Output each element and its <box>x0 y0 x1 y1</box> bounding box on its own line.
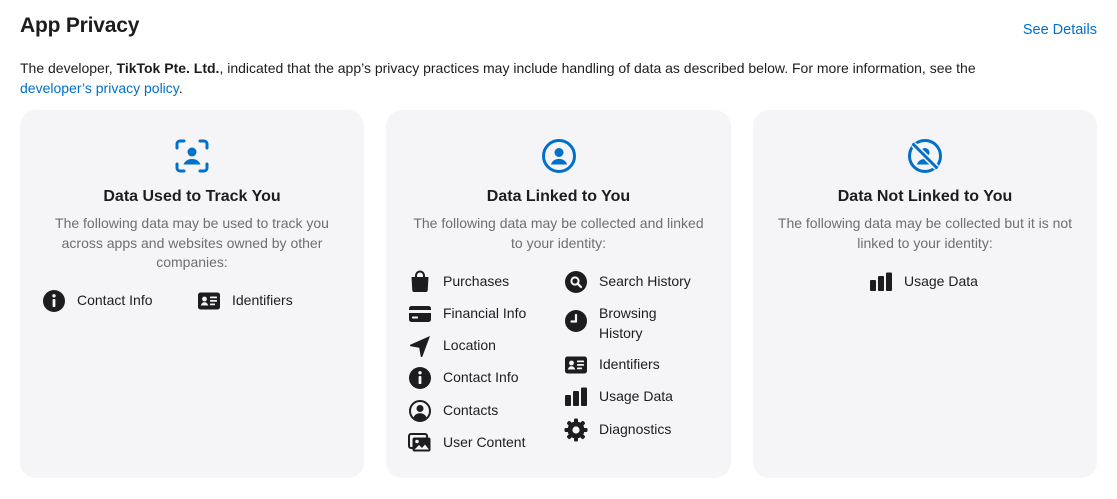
item-label: Contacts <box>443 402 499 418</box>
card-title: Data Not Linked to You <box>837 188 1013 205</box>
clock-icon <box>564 309 588 333</box>
info-icon <box>408 366 432 390</box>
gear-icon <box>564 418 588 442</box>
card-description: The following data may be collected and … <box>413 215 704 251</box>
photos-icon <box>408 431 432 455</box>
developer-name: TikTok Pte. Ltd. <box>116 60 220 76</box>
item-label: Contact Info <box>443 369 519 385</box>
bar-chart-icon <box>869 270 893 294</box>
list-item-location: Location <box>408 336 496 358</box>
card-description: The following data may be collected but … <box>777 215 1073 251</box>
item-label: Identifiers <box>599 356 660 372</box>
list-item-browsing-history: Browsing History <box>564 304 704 343</box>
id-card-icon <box>564 353 588 377</box>
bar-chart-icon <box>564 385 588 409</box>
item-label: Location <box>443 337 496 353</box>
search-icon <box>564 270 588 294</box>
shopping-bag-icon <box>408 270 432 294</box>
item-label: Search History <box>599 273 691 289</box>
user-circle-icon <box>541 138 577 174</box>
intro-text-after: , indicated that the app’s privacy pract… <box>219 60 976 76</box>
intro-end: . <box>178 80 183 96</box>
card-title: Data Linked to You <box>486 188 631 205</box>
list-item-contacts: Contacts <box>408 399 499 423</box>
item-label: Diagnostics <box>599 421 672 437</box>
list-item-search-history: Search History <box>564 270 691 294</box>
item-label: Financial Info <box>443 305 527 321</box>
see-details-link[interactable]: See Details <box>1023 22 1097 38</box>
list-item-financial-info: Financial Info <box>408 304 526 326</box>
list-item-user-content: User Content <box>408 433 525 455</box>
privacy-policy-link[interactable]: developer’s privacy policy <box>20 80 179 96</box>
section-title: App Privacy <box>20 14 140 37</box>
item-label: Identifiers <box>232 292 293 308</box>
id-card-icon <box>197 289 221 313</box>
card-data-not-linked-to-you: Data Not Linked to You The following dat… <box>753 110 1097 478</box>
privacy-intro: The developer, TikTok Pte. Ltd., indicat… <box>20 58 1090 98</box>
item-label: Contact Info <box>77 292 153 308</box>
card-description: The following data may be used to track … <box>55 215 329 270</box>
info-icon <box>42 289 66 313</box>
list-item-identifiers: Identifiers <box>197 291 293 313</box>
list-item-contact-info: Contact Info <box>408 366 519 390</box>
list-item-diagnostics: Diagnostics <box>564 418 672 442</box>
item-label: Usage Data <box>599 388 673 404</box>
item-label: Usage Data <box>904 273 978 289</box>
app-privacy-header: App Privacy See Details <box>20 14 1097 44</box>
credit-card-icon <box>408 302 432 326</box>
intro-text-before: The developer, <box>20 60 117 76</box>
card-title: Data Used to Track You <box>103 188 281 205</box>
card-data-used-to-track-you: Data Used to Track You The following dat… <box>20 110 364 478</box>
track-user-icon <box>174 138 210 174</box>
list-item-usage-data: Usage Data <box>564 387 673 409</box>
user-not-linked-icon <box>907 138 943 174</box>
list-item-identifiers: Identifiers <box>564 355 660 377</box>
card-data-linked-to-you: Data Linked to You The following data ma… <box>386 110 731 478</box>
contacts-icon <box>408 399 432 423</box>
item-label: Purchases <box>443 273 510 289</box>
list-item-usage-data: Usage Data <box>869 272 978 294</box>
list-item-purchases: Purchases <box>408 270 510 294</box>
item-label: Browsing History <box>599 305 657 341</box>
location-arrow-icon <box>408 334 432 358</box>
item-label: User Content <box>443 434 526 450</box>
list-item-contact-info: Contact Info <box>42 289 153 313</box>
